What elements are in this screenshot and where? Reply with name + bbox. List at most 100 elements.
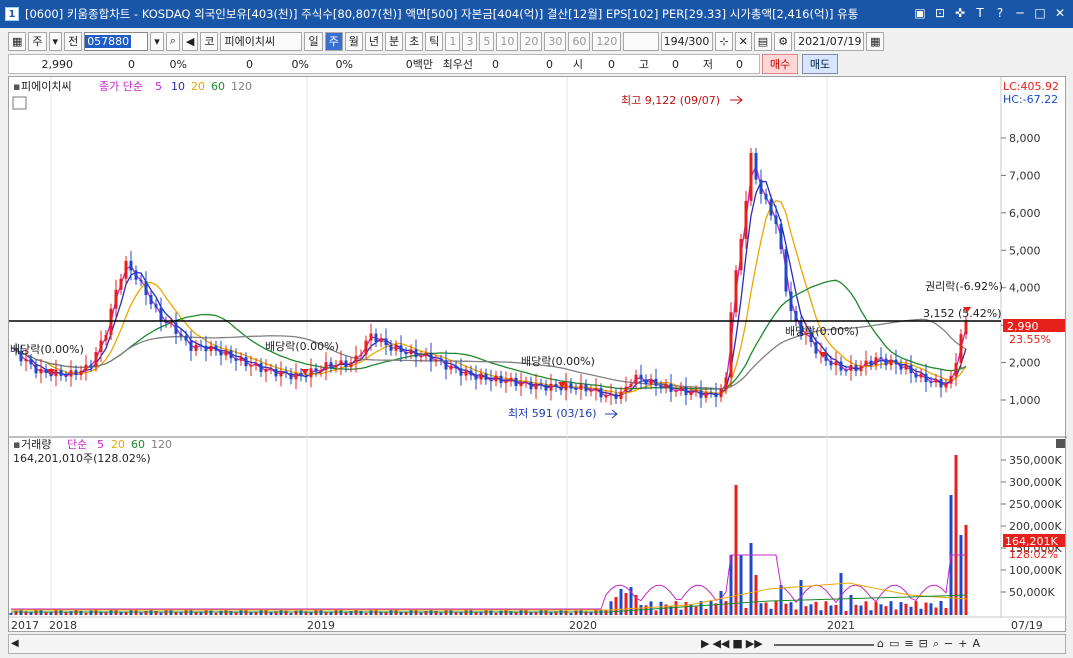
volume-bar <box>849 595 853 615</box>
interval-input[interactable] <box>623 31 660 51</box>
tick-opt-120[interactable]: 120 <box>592 31 622 51</box>
candle-up <box>859 365 863 372</box>
price-tick-label: 2,000 <box>1009 357 1041 370</box>
list-icon[interactable]: ≡ <box>904 637 913 651</box>
save-icon[interactable]: ▤ <box>753 31 773 51</box>
candle-up <box>739 238 743 271</box>
volume-bar <box>114 610 118 615</box>
rewind-icon[interactable]: ◀◀ <box>712 637 729 650</box>
chart-type-icon[interactable]: ⌂ <box>877 637 884 651</box>
font-icon[interactable]: A <box>972 637 980 651</box>
volume-bar <box>964 525 968 615</box>
code-dropdown-icon[interactable]: ▾ <box>150 31 164 51</box>
buy-button[interactable]: 매수 <box>762 54 798 74</box>
candle-up <box>749 153 753 201</box>
plus-icon[interactable]: + <box>958 637 967 651</box>
tick-opt-5[interactable]: 5 <box>479 31 495 51</box>
candle-down <box>399 345 403 353</box>
forward-icon[interactable]: ▶▶ <box>746 637 763 650</box>
period-second[interactable]: 초 <box>405 31 424 51</box>
period-minute[interactable]: 분 <box>384 31 404 51</box>
volume-bar <box>724 601 728 615</box>
date-input[interactable]: 2021/07/19 <box>794 31 865 51</box>
volume-bar <box>474 612 478 615</box>
fav-button[interactable]: 코 <box>200 31 219 51</box>
candle-down <box>614 393 618 399</box>
candle-down <box>584 384 588 392</box>
scroll-left-icon[interactable]: ◀ <box>11 638 19 649</box>
tick-opt-10[interactable]: 10 <box>496 31 519 51</box>
minimize-icon[interactable]: ─ <box>1013 6 1027 20</box>
current-price-label: 2,990 <box>1007 320 1039 333</box>
stock-code-input[interactable]: 057880 <box>84 31 149 51</box>
candle-up <box>39 368 43 374</box>
candle-down <box>314 368 318 372</box>
count-input[interactable]: 194/300 <box>661 31 714 51</box>
quote-amount: 0백만 <box>405 58 433 71</box>
maximize-icon[interactable]: □ <box>1033 6 1047 20</box>
candle-down <box>529 381 533 390</box>
zoom-icon[interactable]: ⊹ <box>715 31 733 51</box>
link-icon[interactable]: ▣ <box>913 6 927 20</box>
candle-up <box>309 368 313 378</box>
volume-bar <box>684 602 688 615</box>
volume-bar <box>499 610 503 615</box>
stock-chart[interactable]: ▪ 피에이치씨 종가 단순 5 10 20 60 120 LC:405.92 H… <box>9 77 1067 633</box>
sound-icon[interactable]: ◀ <box>181 31 199 51</box>
pin-icon[interactable]: ✜ <box>953 6 967 20</box>
tick-opt-20[interactable]: 20 <box>520 31 543 51</box>
table-icon[interactable] <box>12 96 27 110</box>
market-select[interactable]: 주 <box>28 31 47 51</box>
calendar-icon[interactable]: ▦ <box>866 31 885 51</box>
tick-opt-3[interactable]: 3 <box>462 31 478 51</box>
candle-down <box>869 360 873 365</box>
volume-bar <box>774 601 778 615</box>
settings-icon[interactable]: ⚙ <box>774 31 793 51</box>
volume-bar <box>129 610 133 615</box>
candle-up <box>394 345 398 351</box>
tick-opt-60[interactable]: 60 <box>568 31 591 51</box>
stop-icon[interactable]: ■ <box>732 637 742 650</box>
bottom-scrollbar[interactable]: ◀ ▶ ◀◀ ■ ▶▶ ⌂ ▭ ≡ ⊟ ⌕ − + A <box>8 634 1066 654</box>
chart-area[interactable]: ▪ 피에이치씨 종가 단순 5 10 20 60 120 LC:405.92 H… <box>8 76 1067 633</box>
volume-bar <box>624 593 628 615</box>
title-icons: ▣ ⊡ ✜ T ? ─ □ ✕ <box>913 6 1067 20</box>
close-icon[interactable]: ✕ <box>1053 6 1067 20</box>
prev-button[interactable]: 전 <box>64 31 83 51</box>
legend-stock-name: 피에이치씨 <box>21 80 72 93</box>
candle-down <box>909 365 913 374</box>
sell-button[interactable]: 매도 <box>802 54 838 74</box>
period-year[interactable]: 년 <box>364 31 383 51</box>
tick-opt-1[interactable]: 1 <box>445 31 461 51</box>
minus-icon[interactable]: − <box>944 637 953 651</box>
panel-close-icon[interactable] <box>1056 439 1065 448</box>
period-tick[interactable]: 틱 <box>425 31 444 51</box>
window-icon[interactable]: ▭ <box>889 637 899 651</box>
candle-down <box>179 333 183 336</box>
split-icon[interactable]: ⊟ <box>919 637 928 651</box>
chart-grid-icon[interactable]: ▦ <box>8 31 27 51</box>
search-icon[interactable]: ⌕ <box>165 31 180 51</box>
candle-up <box>619 391 623 399</box>
period-month[interactable]: 월 <box>344 31 363 51</box>
zoom-slider[interactable] <box>774 644 874 646</box>
play-icon[interactable]: ▶ <box>701 637 709 650</box>
candle-up <box>534 383 538 390</box>
volume-bar <box>164 610 168 615</box>
period-week[interactable]: 주 <box>324 31 343 51</box>
chevron-down-icon[interactable]: ▾ <box>48 31 63 51</box>
candle-down <box>764 193 768 200</box>
help-icon[interactable]: ? <box>993 6 1007 20</box>
text-icon[interactable]: T <box>973 6 987 20</box>
volume-bar <box>739 555 743 615</box>
layout-icon[interactable]: ⊡ <box>933 6 947 20</box>
candle-down <box>29 358 33 365</box>
volume-bar <box>169 610 173 615</box>
period-day[interactable]: 일 <box>304 31 323 51</box>
tick-opt-30[interactable]: 30 <box>544 31 567 51</box>
ma10-line <box>10 180 967 398</box>
zoom-icon[interactable]: ⌕ <box>933 637 939 651</box>
volume-bar <box>899 602 903 615</box>
volume-y-axis: 350,000K300,000K250,000K200,000K150,000K… <box>1001 454 1062 599</box>
cross-icon[interactable]: ✕ <box>734 31 752 51</box>
